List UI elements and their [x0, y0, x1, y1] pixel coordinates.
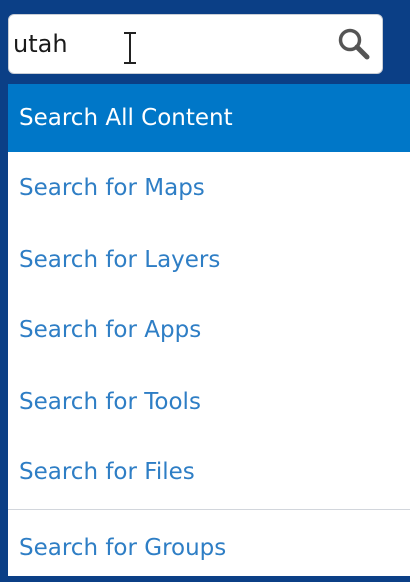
menu-item-search-groups[interactable]: Search for Groups — [8, 514, 410, 582]
search-box[interactable] — [8, 14, 383, 74]
search-input[interactable] — [13, 21, 313, 67]
search-icon[interactable] — [336, 26, 372, 62]
menu-item-search-files[interactable]: Search for Files — [8, 438, 410, 506]
menu-item-search-apps[interactable]: Search for Apps — [8, 296, 410, 364]
text-cursor-icon — [124, 32, 136, 64]
menu-item-search-maps[interactable]: Search for Maps — [8, 154, 410, 222]
menu-item-search-all-content[interactable]: Search All Content — [8, 84, 410, 152]
menu-item-search-tools[interactable]: Search for Tools — [8, 368, 410, 436]
search-suggestions-dropdown: Search All Content Search for Maps Searc… — [8, 84, 410, 576]
menu-item-search-layers[interactable]: Search for Layers — [8, 226, 410, 294]
menu-divider — [8, 509, 410, 510]
